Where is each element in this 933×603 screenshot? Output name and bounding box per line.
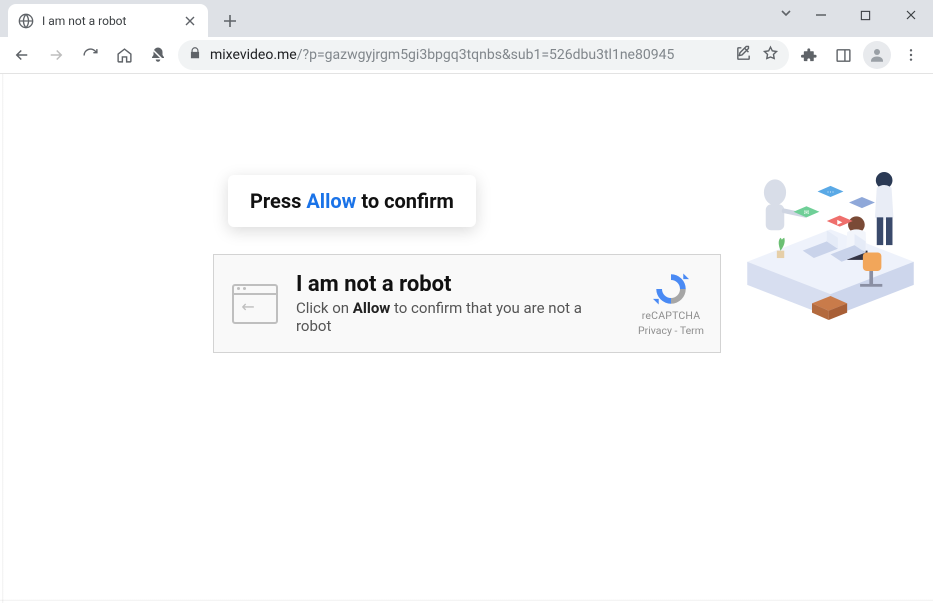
new-tab-button[interactable] [216,7,244,35]
side-panel-icon[interactable] [829,41,857,69]
reload-button[interactable] [76,41,104,69]
recaptcha-badge: reCAPTCHA Privacy - Term [634,271,708,337]
press-prefix: Press [250,189,306,213]
maximize-button[interactable] [843,0,888,30]
home-button[interactable] [110,41,138,69]
browser-tab[interactable]: I am not a robot [8,4,208,37]
svg-text:✉: ✉ [804,209,809,217]
notifications-muted-icon[interactable] [144,41,172,69]
bookmark-star-icon[interactable] [762,45,779,66]
tab-search-icon[interactable] [779,5,793,24]
back-button[interactable] [8,41,36,69]
url-path: /?p=gazwgyjrgm5gi3bpgq3tqnbs&sub1=526dbu… [297,47,675,63]
decorative-shadow [0,599,933,601]
svg-text:⋯: ⋯ [827,187,834,196]
lock-icon [188,46,202,64]
svg-text:▶: ▶ [837,218,842,226]
url-text: mixevideo.me/?p=gazwgyjrgm5gi3bpgq3tqnbs… [210,47,727,63]
share-icon[interactable] [735,45,752,66]
browser-titlebar: I am not a robot [0,0,933,37]
minimize-button[interactable] [798,0,843,30]
captcha-panel: ↗ I am not a robot Click on Allow to con… [213,254,721,353]
profile-avatar[interactable] [863,41,891,69]
decorative-shadow [2,74,4,603]
browser-window-icon: ↗ [232,284,278,324]
captcha-heading: I am not a robot [296,272,616,297]
address-bar[interactable]: mixevideo.me/?p=gazwgyjrgm5gi3bpgq3tqnbs… [178,40,789,70]
recaptcha-icon [651,271,691,307]
forward-button[interactable] [42,41,70,69]
tab-close-icon[interactable] [182,13,198,29]
decorative-illustration: ⋯ ✉ ▶ [738,129,923,339]
menu-dots-icon[interactable] [897,41,925,69]
tab-title: I am not a robot [42,14,174,28]
browser-toolbar: mixevideo.me/?p=gazwgyjrgm5gi3bpgq3tqnbs… [0,37,933,74]
captcha-subtext: Click on Allow to confirm that you are n… [296,299,616,335]
extensions-icon[interactable] [795,41,823,69]
url-host: mixevideo.me [210,47,297,63]
close-button[interactable] [888,0,933,30]
globe-icon [18,13,34,29]
press-allow-bubble: Press Allow to confirm [228,175,476,227]
recaptcha-links[interactable]: Privacy - Term [634,324,708,337]
address-bar-actions [735,45,779,66]
page-content: Press Allow to confirm ↗ I am not a robo… [0,74,933,603]
recaptcha-label: reCAPTCHA [634,309,708,322]
press-suffix: to confirm [356,189,454,213]
press-highlight: Allow [306,189,356,213]
captcha-text: I am not a robot Click on Allow to confi… [296,272,616,335]
window-controls [798,0,933,30]
